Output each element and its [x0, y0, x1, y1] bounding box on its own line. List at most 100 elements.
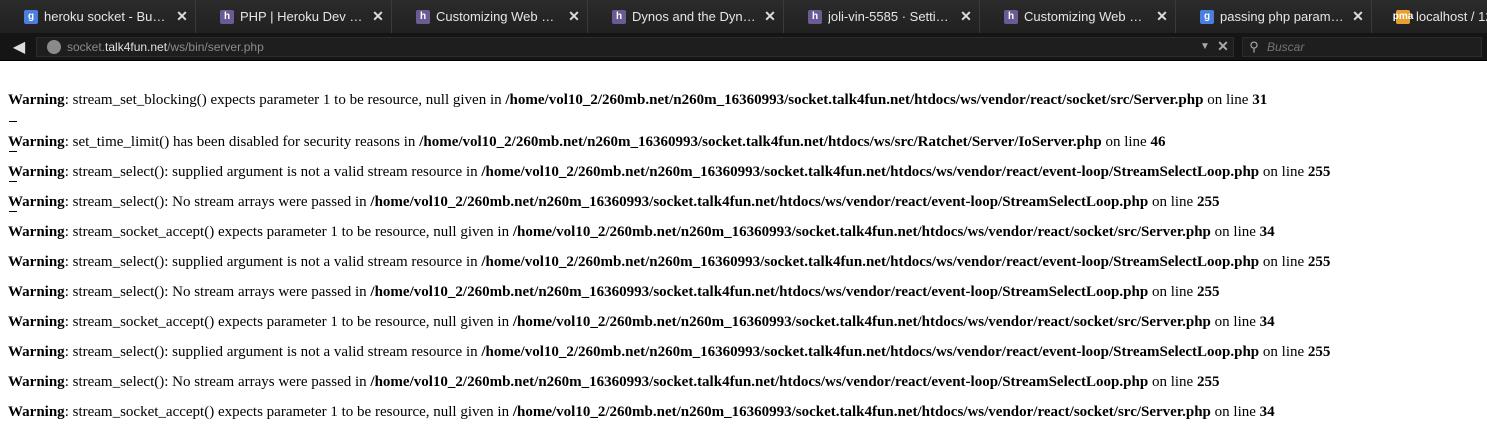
- url-path: /ws/bin/server.php: [167, 39, 264, 54]
- close-icon[interactable]: ✕: [763, 8, 777, 25]
- warning-label: Warning: [8, 344, 65, 360]
- warning-path: /home/vol10_2/260mb.net/n260m_16360993/s…: [370, 284, 1149, 300]
- tab-strip: g heroku socket - Buscar ... ✕ h PHP | H…: [0, 0, 1487, 33]
- search-box[interactable]: ⚲: [1242, 36, 1482, 57]
- heroku-icon: h: [808, 9, 822, 24]
- warning-message: : stream_select(): supplied argument is …: [64, 164, 482, 180]
- warning-message: : set_time_limit() has been disabled for…: [64, 134, 420, 150]
- warning-line-number: 34: [1259, 224, 1275, 240]
- warning-line: Warning: stream_socket_accept() expects …: [8, 391, 1487, 421]
- warning-label: Warning: [8, 194, 65, 210]
- heroku-icon: h: [1004, 9, 1018, 24]
- warning-message: : stream_select(): supplied argument is …: [64, 254, 482, 270]
- tab-title: PHP | Heroku Dev Center: [240, 9, 365, 24]
- warning-message: : stream_socket_accept() expects paramet…: [64, 314, 513, 330]
- heroku-icon: h: [220, 9, 234, 24]
- close-icon[interactable]: ✕: [1155, 8, 1169, 25]
- warning-label: Warning: [8, 164, 65, 180]
- warning-message: : stream_select(): No stream arrays were…: [64, 194, 371, 210]
- heroku-icon: h: [416, 9, 430, 24]
- warning-line-number: 255: [1196, 284, 1220, 300]
- tab-title: heroku socket - Buscar ...: [44, 9, 169, 24]
- warning-line: Warning: stream_select(): supplied argum…: [8, 151, 1487, 181]
- search-icon: ⚲: [1249, 38, 1259, 54]
- back-arrow-icon[interactable]: ◀: [6, 36, 32, 58]
- warning-line-text: on line: [1101, 134, 1151, 150]
- warning-line-number: 46: [1150, 134, 1166, 150]
- warning-line-text: on line: [1148, 284, 1197, 300]
- warning-line-text: on line: [1259, 344, 1308, 360]
- tab-title: Customizing Web Serv...: [436, 9, 561, 24]
- tab-title: Customizing Web Serv...: [1024, 9, 1149, 24]
- warning-message: : stream_select(): No stream arrays were…: [64, 374, 371, 390]
- warning-line: Warning: stream_select(): supplied argum…: [8, 241, 1487, 271]
- warning-line-text: on line: [1148, 374, 1197, 390]
- warning-path: /home/vol10_2/260mb.net/n260m_16360993/s…: [481, 344, 1260, 360]
- url-history-dropdown-icon[interactable]: ▼: [1197, 41, 1213, 52]
- globe-icon: [47, 39, 61, 54]
- tab[interactable]: g heroku socket - Buscar ... ✕: [0, 0, 196, 33]
- warning-label: Warning: [8, 92, 65, 108]
- warning-label: Warning: [8, 224, 65, 240]
- warning-line-number: 255: [1307, 164, 1331, 180]
- url-prefix: socket.: [67, 39, 106, 54]
- line-break-mark: [9, 151, 17, 152]
- warning-path: /home/vol10_2/260mb.net/n260m_16360993/s…: [481, 164, 1260, 180]
- warning-line-text: on line: [1148, 194, 1197, 210]
- warning-line: Warning: stream_set_blocking() expects p…: [8, 61, 1487, 121]
- tab-title: joli-vin-5585 · Settings |...: [828, 9, 953, 24]
- warning-message: : stream_socket_accept() expects paramet…: [64, 404, 513, 420]
- heroku-icon: h: [612, 9, 626, 24]
- warning-line: Warning: stream_socket_accept() expects …: [8, 211, 1487, 241]
- warning-label: Warning: [8, 374, 65, 390]
- warning-line: Warning: stream_socket_accept() expects …: [8, 301, 1487, 331]
- warning-path: /home/vol10_2/260mb.net/n260m_16360993/s…: [505, 92, 1204, 108]
- warning-path: /home/vol10_2/260mb.net/n260m_16360993/s…: [512, 314, 1211, 330]
- warning-label: Warning: [8, 254, 65, 270]
- warning-line: Warning: stream_select(): No stream arra…: [8, 271, 1487, 301]
- warning-message: : stream_socket_accept() expects paramet…: [64, 224, 513, 240]
- warning-line-text: on line: [1203, 92, 1253, 108]
- tab[interactable]: h Customizing Web Serv... ✕: [980, 0, 1176, 33]
- close-icon[interactable]: ✕: [1351, 8, 1365, 25]
- warning-path: /home/vol10_2/260mb.net/n260m_16360993/s…: [370, 194, 1149, 210]
- warning-line-number: 255: [1196, 374, 1220, 390]
- google-g-icon: g: [1200, 9, 1214, 24]
- warning-line-text: on line: [1259, 164, 1308, 180]
- warning-message: : stream_set_blocking() expects paramete…: [64, 92, 506, 108]
- warning-path: /home/vol10_2/260mb.net/n260m_16360993/s…: [419, 134, 1102, 150]
- tab[interactable]: h PHP | Heroku Dev Center ✕: [196, 0, 392, 33]
- warning-line-number: 255: [1196, 194, 1220, 210]
- warning-path: /home/vol10_2/260mb.net/n260m_16360993/s…: [512, 224, 1211, 240]
- search-input[interactable]: [1265, 38, 1469, 55]
- phpmyadmin-icon: pma: [1392, 9, 1414, 24]
- warning-label: Warning: [8, 314, 65, 330]
- page-content: Warning: stream_set_blocking() expects p…: [0, 61, 1487, 421]
- close-icon[interactable]: ✕: [175, 8, 189, 25]
- tab[interactable]: g passing php params co... ✕: [1176, 0, 1372, 33]
- tab[interactable]: h joli-vin-5585 · Settings |... ✕: [784, 0, 980, 33]
- address-bar[interactable]: socket.talk4fun.net/ws/bin/server.php ▼ …: [36, 36, 1234, 57]
- warning-label: Warning: [8, 404, 65, 420]
- tab-title: passing php params co...: [1220, 9, 1345, 24]
- url-text[interactable]: socket.talk4fun.net/ws/bin/server.php: [67, 40, 1197, 54]
- close-icon[interactable]: ✕: [959, 8, 973, 25]
- warning-line-number: 255: [1307, 254, 1331, 270]
- warning-label: Warning: [8, 284, 65, 300]
- close-icon[interactable]: ✕: [567, 8, 581, 25]
- google-g-icon: g: [24, 9, 38, 24]
- tab[interactable]: h Customizing Web Serv... ✕: [392, 0, 588, 33]
- line-break-mark: [9, 181, 17, 182]
- warning-path: /home/vol10_2/260mb.net/n260m_16360993/s…: [481, 254, 1260, 270]
- tab[interactable]: h Dynos and the Dyno M... ✕: [588, 0, 784, 33]
- warning-line-text: on line: [1259, 254, 1308, 270]
- warning-message: : stream_select(): supplied argument is …: [64, 344, 482, 360]
- warning-line-text: on line: [1210, 314, 1260, 330]
- warning-line-number: 34: [1259, 404, 1275, 420]
- url-host: talk4fun.net: [105, 39, 168, 54]
- clear-url-icon[interactable]: ✕: [1213, 38, 1233, 55]
- tab-active[interactable]: pma localhost / 127.0.0.1: [1372, 0, 1487, 33]
- close-icon[interactable]: ✕: [371, 8, 385, 25]
- warning-line-text: on line: [1210, 224, 1260, 240]
- warning-path: /home/vol10_2/260mb.net/n260m_16360993/s…: [512, 404, 1211, 420]
